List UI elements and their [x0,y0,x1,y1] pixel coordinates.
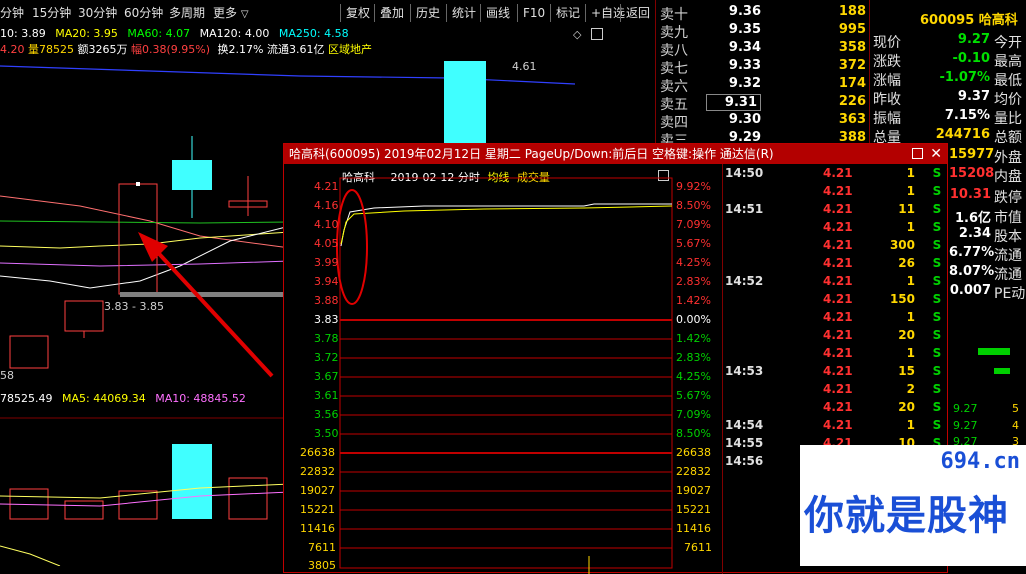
flow-bar [994,368,1010,374]
vol-tick: 11416 [300,522,335,535]
price-tick: 4.16 [314,199,339,212]
pct-tick: 7.09% [676,218,711,231]
tick-row: 4.21 1 S [823,184,942,198]
price-tick: 3.88 [314,294,339,307]
period-30min[interactable]: 30分钟 [78,4,117,22]
watermark-slogan: 你就是股神 [804,493,1009,539]
pct-tick: 4.25% [676,370,711,383]
pct-tick: 2.83% [676,275,711,288]
pct-tick: 4.25% [676,256,711,269]
draw-button[interactable]: 画线 [480,4,515,22]
pct-tick: 7.09% [676,408,711,421]
price-tick: 3.72 [314,351,339,364]
tick-row: 4.21 2 S [823,382,942,396]
pct-tick: 9.92% [676,180,711,193]
vol-tick: 7611 [308,541,336,554]
pct-tick: 0.00% [676,313,711,326]
low-price-label: 3.83 - 3.85 [104,300,164,313]
flow-bar [978,348,1010,355]
maximize-icon[interactable] [912,148,923,159]
pct-tick: 5.67% [676,237,711,250]
overlay-button[interactable]: 叠加 [374,4,409,22]
tick-row: 4.21 1 S [823,346,942,360]
vol-tick: 26638 [300,446,335,459]
price-tick: 3.83 [314,313,339,326]
back-button[interactable]: 返回 [620,4,655,22]
ask-row[interactable]: 卖十 9.36 188 [656,4,871,23]
chevron-down-icon: ▽ [240,9,249,20]
tick-row: 14:52 4.21 1 S [725,274,942,288]
tick-row: 4.21 150 S [823,292,942,306]
pct-tick: 8.50% [676,199,711,212]
pct-tick: 1.42% [676,294,711,307]
history-button[interactable]: 历史 [410,4,445,22]
popup-titlebar[interactable]: 哈高科(600095) 2019年02月12日 星期二 PageUp/Down:… [284,144,947,164]
price-tick: 3.99 [314,256,339,269]
price-tick: 3.67 [314,370,339,383]
tick-row: 4.21 300 S [823,238,942,252]
price-tick: 3.78 [314,332,339,345]
period-multi[interactable]: 多周期 [169,4,205,22]
watermark-logo: 694.cn 你就是股神 [800,445,1026,566]
pct-tick: 2.83% [676,351,711,364]
price-tick: 3.56 [314,408,339,421]
tick-row: 4.21 20 S [823,328,942,342]
period-15min[interactable]: 15分钟 [32,4,71,22]
volume-legend: 78525.49 MA5: 44069.34 MA10: 48845.52 [0,392,246,405]
tick-row: 4.21 20 S [823,400,942,414]
ask-row[interactable]: 卖八 9.34 358 [656,40,871,59]
watermark-url: 694.cn [940,449,1020,474]
pct-tick: 1.42% [676,332,711,345]
ask-row[interactable]: 卖七 9.33 372 [656,58,871,77]
ask-row[interactable]: 卖四 9.30 363 [656,112,871,131]
vol-tick: 22832 [300,465,335,478]
period-60min[interactable]: 60分钟 [124,4,163,22]
tick-row: 14:53 4.21 15 S [725,364,942,378]
pct-tick: 8.50% [676,427,711,440]
fuquan-button[interactable]: 复权 [340,4,375,22]
order-book: 卖十 9.36 188 卖九 9.35 995 卖八 9.34 358 卖七 9… [655,0,871,149]
f10-button[interactable]: F10 [517,4,550,22]
mark-button[interactable]: 标记 [550,4,585,22]
intraday-svg [336,177,673,574]
price-tick: 3.94 [314,275,339,288]
high-price-label: 4.61 [512,60,537,73]
chart-toolbar: 分钟 15分钟 30分钟 60分钟 多周期 更多 ▽ 复权 叠加 历史 统计 画… [0,0,655,26]
close-icon[interactable]: ✕ [930,144,942,164]
tick-row: 4.21 26 S [823,256,942,270]
period-more[interactable]: 更多 ▽ [213,4,249,22]
tick-row: 14:51 4.21 11 S [725,202,942,216]
tick-row: 4.21 1 S [823,310,942,324]
ask-row[interactable]: 卖九 9.35 995 [656,22,871,41]
ask-row[interactable]: 卖五 9.31 226 [656,94,871,113]
left-low-label: 58 [0,369,14,382]
tick-row: 14:50 4.21 1 S [725,166,942,180]
price-tick: 3.50 [314,427,339,440]
tick-row: 14:54 4.21 1 S [725,418,942,432]
price-tick: 4.10 [314,218,339,231]
tick-row: 4.21 1 S [823,220,942,234]
vol-tick: 15221 [300,503,335,516]
stock-code-name[interactable]: 600095 哈高科 [920,9,1018,28]
price-tick: 3.61 [314,389,339,402]
period-1min[interactable]: 分钟 [0,4,24,22]
ask-row[interactable]: 卖六 9.32 174 [656,76,871,95]
price-tick: 4.21 [314,180,339,193]
stats-button[interactable]: 统计 [446,4,481,22]
vol-tick: 19027 [300,484,335,497]
pct-tick: 5.67% [676,389,711,402]
price-tick: 4.05 [314,237,339,250]
